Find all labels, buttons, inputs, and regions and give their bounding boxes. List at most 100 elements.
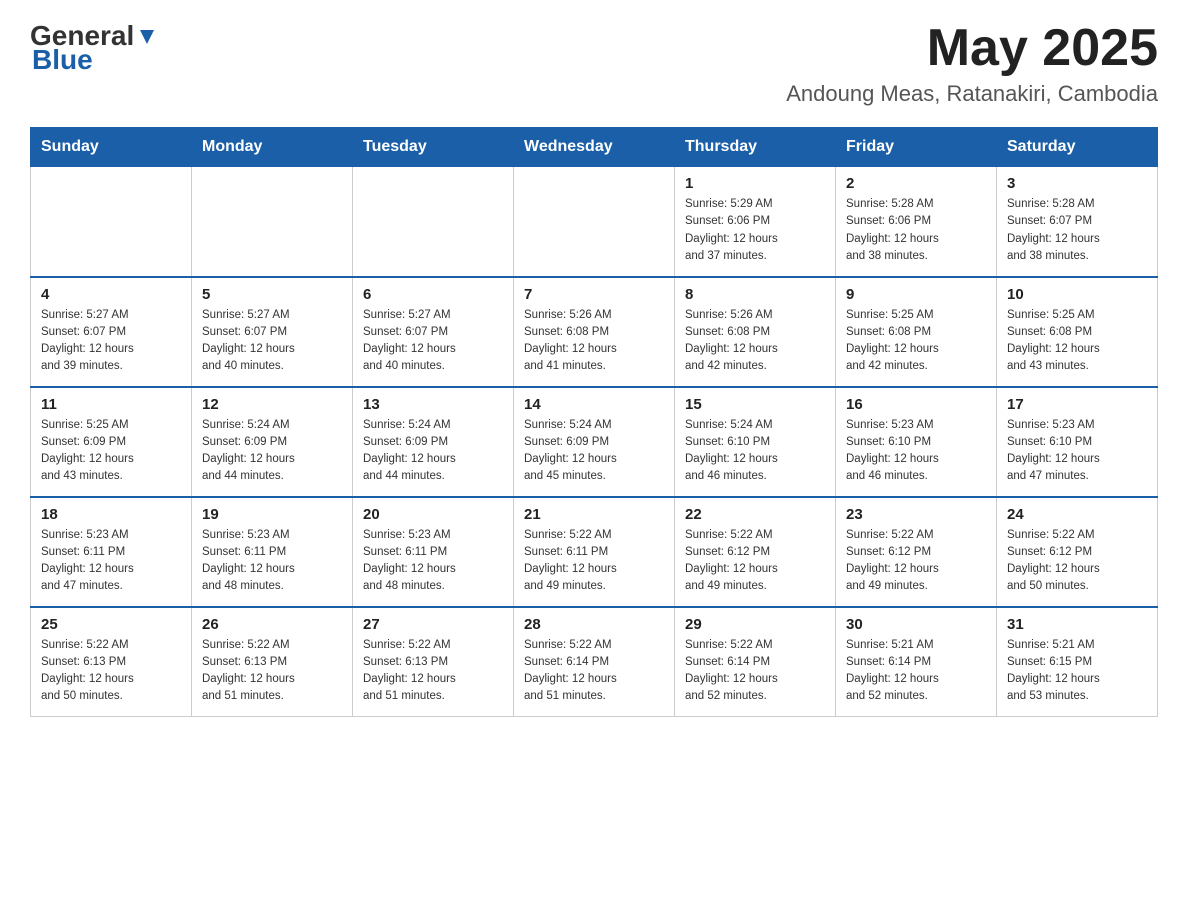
day-number: 10 xyxy=(1007,286,1147,303)
page-header: General Blue May 2025 Andoung Meas, Rata… xyxy=(30,20,1158,107)
month-year-title: May 2025 xyxy=(786,20,1158,77)
logo: General Blue xyxy=(30,20,158,76)
day-info: Sunrise: 5:24 AM Sunset: 6:09 PM Dayligh… xyxy=(202,417,342,486)
calendar-cell: 28 Sunrise: 5:22 AM Sunset: 6:14 PM Dayli… xyxy=(514,607,675,717)
title-section: May 2025 Andoung Meas, Ratanakiri, Cambo… xyxy=(786,20,1158,107)
day-info: Sunrise: 5:23 AM Sunset: 6:11 PM Dayligh… xyxy=(363,527,503,596)
logo-triangle-icon xyxy=(136,26,158,48)
day-number: 16 xyxy=(846,396,986,413)
day-number: 7 xyxy=(524,286,664,303)
day-info: Sunrise: 5:24 AM Sunset: 6:09 PM Dayligh… xyxy=(363,417,503,486)
calendar-header-row: SundayMondayTuesdayWednesdayThursdayFrid… xyxy=(31,128,1158,167)
calendar-cell: 5Sunrise: 5:27 AM Sunset: 6:07 PM Daylig… xyxy=(192,277,353,387)
day-info: Sunrise: 5:25 AM Sunset: 6:08 PM Dayligh… xyxy=(846,307,986,376)
day-info: Sunrise: 5:22 AM Sunset: 6:11 PM Dayligh… xyxy=(524,527,664,596)
day-info: Sunrise: 5:23 AM Sunset: 6:10 PM Dayligh… xyxy=(846,417,986,486)
day-info: Sunrise: 5:22 AM Sunset: 6:14 PM Dayligh… xyxy=(685,637,825,706)
day-number: 30 xyxy=(846,616,986,633)
calendar-cell: 20Sunrise: 5:23 AM Sunset: 6:11 PM Dayli… xyxy=(353,497,514,607)
day-info: Sunrise: 5:22 AM Sunset: 6:12 PM Dayligh… xyxy=(1007,527,1147,596)
day-info: Sunrise: 5:22 AM Sunset: 6:13 PM Dayligh… xyxy=(202,637,342,706)
calendar-cell: 8Sunrise: 5:26 AM Sunset: 6:08 PM Daylig… xyxy=(675,277,836,387)
calendar-cell: 23 Sunrise: 5:22 AM Sunset: 6:12 PM Dayli… xyxy=(836,497,997,607)
calendar-header-friday: Friday xyxy=(836,128,997,167)
calendar-cell: 24 Sunrise: 5:22 AM Sunset: 6:12 PM Dayli… xyxy=(997,497,1158,607)
calendar-cell: 12Sunrise: 5:24 AM Sunset: 6:09 PM Dayli… xyxy=(192,387,353,497)
day-number: 1 xyxy=(685,175,825,192)
day-number: 27 xyxy=(363,616,503,633)
day-number: 24 xyxy=(1007,506,1147,523)
day-info: Sunrise: 5:27 AM Sunset: 6:07 PM Dayligh… xyxy=(41,307,181,376)
calendar-header-wednesday: Wednesday xyxy=(514,128,675,167)
calendar-cell: 9 Sunrise: 5:25 AM Sunset: 6:08 PM Daylig… xyxy=(836,277,997,387)
calendar-cell: 6Sunrise: 5:27 AM Sunset: 6:07 PM Daylig… xyxy=(353,277,514,387)
calendar-cell xyxy=(353,167,514,277)
calendar-cell: 31Sunrise: 5:21 AM Sunset: 6:15 PM Dayli… xyxy=(997,607,1158,717)
calendar-week-row: 4 Sunrise: 5:27 AM Sunset: 6:07 PM Daylig… xyxy=(31,277,1158,387)
calendar-cell: 7 Sunrise: 5:26 AM Sunset: 6:08 PM Daylig… xyxy=(514,277,675,387)
calendar-header-thursday: Thursday xyxy=(675,128,836,167)
calendar-cell: 30 Sunrise: 5:21 AM Sunset: 6:14 PM Dayli… xyxy=(836,607,997,717)
day-number: 26 xyxy=(202,616,342,633)
calendar-cell: 13 Sunrise: 5:24 AM Sunset: 6:09 PM Dayli… xyxy=(353,387,514,497)
day-info: Sunrise: 5:25 AM Sunset: 6:08 PM Dayligh… xyxy=(1007,307,1147,376)
calendar-cell xyxy=(192,167,353,277)
day-info: Sunrise: 5:25 AM Sunset: 6:09 PM Dayligh… xyxy=(41,417,181,486)
calendar-cell: 22 Sunrise: 5:22 AM Sunset: 6:12 PM Dayli… xyxy=(675,497,836,607)
day-info: Sunrise: 5:24 AM Sunset: 6:10 PM Dayligh… xyxy=(685,417,825,486)
day-number: 11 xyxy=(41,396,181,413)
day-number: 4 xyxy=(41,286,181,303)
calendar-cell: 27 Sunrise: 5:22 AM Sunset: 6:13 PM Dayli… xyxy=(353,607,514,717)
location-subtitle: Andoung Meas, Ratanakiri, Cambodia xyxy=(786,81,1158,107)
day-number: 13 xyxy=(363,396,503,413)
day-number: 8 xyxy=(685,286,825,303)
calendar-week-row: 1 Sunrise: 5:29 AM Sunset: 6:06 PM Daylig… xyxy=(31,167,1158,277)
day-number: 3 xyxy=(1007,175,1147,192)
day-info: Sunrise: 5:26 AM Sunset: 6:08 PM Dayligh… xyxy=(524,307,664,376)
day-info: Sunrise: 5:24 AM Sunset: 6:09 PM Dayligh… xyxy=(524,417,664,486)
calendar-cell: 4 Sunrise: 5:27 AM Sunset: 6:07 PM Daylig… xyxy=(31,277,192,387)
day-info: Sunrise: 5:21 AM Sunset: 6:14 PM Dayligh… xyxy=(846,637,986,706)
day-number: 29 xyxy=(685,616,825,633)
day-number: 9 xyxy=(846,286,986,303)
day-number: 25 xyxy=(41,616,181,633)
day-info: Sunrise: 5:22 AM Sunset: 6:13 PM Dayligh… xyxy=(41,637,181,706)
day-info: Sunrise: 5:27 AM Sunset: 6:07 PM Dayligh… xyxy=(202,307,342,376)
calendar-cell: 16 Sunrise: 5:23 AM Sunset: 6:10 PM Dayli… xyxy=(836,387,997,497)
day-info: Sunrise: 5:23 AM Sunset: 6:10 PM Dayligh… xyxy=(1007,417,1147,486)
day-number: 23 xyxy=(846,506,986,523)
calendar-cell: 26 Sunrise: 5:22 AM Sunset: 6:13 PM Dayli… xyxy=(192,607,353,717)
calendar-header-monday: Monday xyxy=(192,128,353,167)
day-info: Sunrise: 5:23 AM Sunset: 6:11 PM Dayligh… xyxy=(202,527,342,596)
calendar-cell: 17 Sunrise: 5:23 AM Sunset: 6:10 PM Dayli… xyxy=(997,387,1158,497)
day-info: Sunrise: 5:22 AM Sunset: 6:12 PM Dayligh… xyxy=(685,527,825,596)
calendar-week-row: 25 Sunrise: 5:22 AM Sunset: 6:13 PM Dayli… xyxy=(31,607,1158,717)
day-number: 22 xyxy=(685,506,825,523)
calendar-cell: 3Sunrise: 5:28 AM Sunset: 6:07 PM Daylig… xyxy=(997,167,1158,277)
calendar-week-row: 18 Sunrise: 5:23 AM Sunset: 6:11 PM Dayli… xyxy=(31,497,1158,607)
calendar-cell: 21 Sunrise: 5:22 AM Sunset: 6:11 PM Dayli… xyxy=(514,497,675,607)
calendar-cell: 29 Sunrise: 5:22 AM Sunset: 6:14 PM Dayli… xyxy=(675,607,836,717)
calendar-cell: 18 Sunrise: 5:23 AM Sunset: 6:11 PM Dayli… xyxy=(31,497,192,607)
day-number: 2 xyxy=(846,175,986,192)
day-number: 28 xyxy=(524,616,664,633)
calendar-header-saturday: Saturday xyxy=(997,128,1158,167)
day-info: Sunrise: 5:21 AM Sunset: 6:15 PM Dayligh… xyxy=(1007,637,1147,706)
day-number: 17 xyxy=(1007,396,1147,413)
day-info: Sunrise: 5:22 AM Sunset: 6:13 PM Dayligh… xyxy=(363,637,503,706)
day-info: Sunrise: 5:27 AM Sunset: 6:07 PM Dayligh… xyxy=(363,307,503,376)
logo-blue-text: Blue xyxy=(32,44,93,76)
day-number: 15 xyxy=(685,396,825,413)
day-info: Sunrise: 5:23 AM Sunset: 6:11 PM Dayligh… xyxy=(41,527,181,596)
calendar-cell: 2 Sunrise: 5:28 AM Sunset: 6:06 PM Daylig… xyxy=(836,167,997,277)
calendar-cell: 15 Sunrise: 5:24 AM Sunset: 6:10 PM Dayli… xyxy=(675,387,836,497)
calendar-cell: 11 Sunrise: 5:25 AM Sunset: 6:09 PM Dayli… xyxy=(31,387,192,497)
day-info: Sunrise: 5:29 AM Sunset: 6:06 PM Dayligh… xyxy=(685,196,825,265)
calendar-header-tuesday: Tuesday xyxy=(353,128,514,167)
day-info: Sunrise: 5:22 AM Sunset: 6:14 PM Dayligh… xyxy=(524,637,664,706)
day-number: 18 xyxy=(41,506,181,523)
day-number: 21 xyxy=(524,506,664,523)
day-info: Sunrise: 5:22 AM Sunset: 6:12 PM Dayligh… xyxy=(846,527,986,596)
day-number: 14 xyxy=(524,396,664,413)
day-info: Sunrise: 5:28 AM Sunset: 6:06 PM Dayligh… xyxy=(846,196,986,265)
